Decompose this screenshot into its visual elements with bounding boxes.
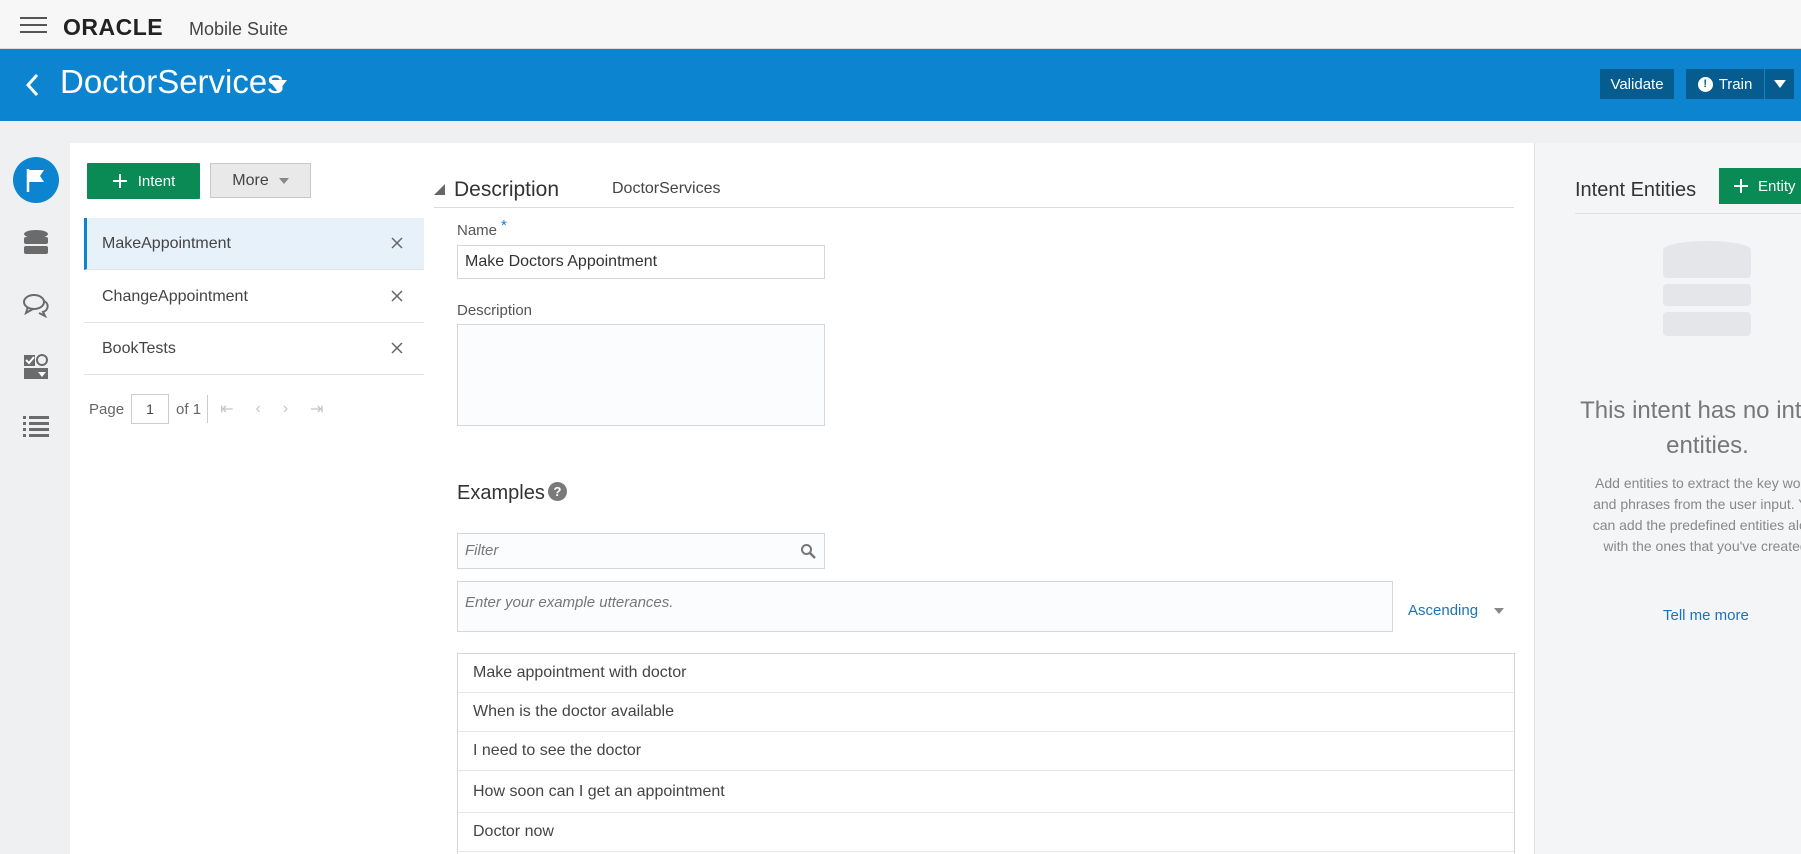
delete-intent-icon[interactable] bbox=[390, 236, 404, 250]
example-row[interactable]: Doctor now bbox=[458, 813, 1514, 852]
chevron-down-icon bbox=[278, 177, 289, 184]
validate-button[interactable]: Validate bbox=[1600, 69, 1674, 99]
intent-item-label: BookTests bbox=[102, 339, 176, 357]
top-bar: ORACLE Mobile Suite bbox=[0, 0, 1801, 49]
empty-state-description: Add entities to extract the key words an… bbox=[1592, 475, 1801, 554]
entities-icon[interactable] bbox=[13, 220, 59, 266]
plus-icon bbox=[112, 174, 127, 188]
description-label: Description bbox=[457, 302, 533, 319]
examples-title: Examples bbox=[457, 482, 545, 504]
chevron-down-icon bbox=[1773, 80, 1786, 88]
page-number-input[interactable]: 1 bbox=[131, 394, 170, 424]
intent-pager: Page 1 of 1 ⇤ ‹ › ⇥ bbox=[89, 394, 346, 424]
bot-switcher-caret-icon[interactable] bbox=[268, 79, 288, 93]
description-textarea[interactable] bbox=[457, 324, 825, 426]
list-icon[interactable] bbox=[13, 404, 59, 450]
delete-intent-icon[interactable] bbox=[390, 341, 404, 355]
help-icon[interactable]: ? bbox=[548, 482, 567, 501]
intent-item-changeappointment[interactable]: ChangeAppointment bbox=[84, 271, 424, 323]
intents-icon[interactable] bbox=[13, 157, 59, 203]
filter-input[interactable]: Filter bbox=[457, 533, 825, 569]
sort-chevron-down-icon[interactable] bbox=[1494, 608, 1504, 614]
examples-list: Make appointment with doctor When is the… bbox=[457, 653, 1515, 854]
train-label: Train bbox=[1718, 75, 1753, 93]
collapse-triangle-icon[interactable] bbox=[434, 184, 445, 195]
intent-item-label: ChangeAppointment bbox=[102, 287, 248, 305]
add-intent-button[interactable]: Intent bbox=[87, 163, 200, 199]
back-chevron-icon[interactable] bbox=[22, 72, 44, 98]
intent-name-input[interactable]: Make Doctors Appointment bbox=[457, 245, 825, 279]
bot-title: DoctorServices bbox=[60, 63, 284, 100]
example-row[interactable]: When is the doctor available bbox=[458, 693, 1514, 732]
description-bot-name: DoctorServices bbox=[612, 180, 721, 197]
name-label: Name * bbox=[457, 217, 507, 239]
search-icon[interactable] bbox=[800, 543, 816, 559]
intent-entities-title: Intent Entities bbox=[1575, 179, 1697, 201]
suite-name: Mobile Suite bbox=[189, 19, 289, 39]
utterance-input[interactable]: Enter your example utterances. bbox=[457, 581, 1393, 632]
warning-icon: ! bbox=[1697, 76, 1713, 92]
first-page-icon[interactable]: ⇤ bbox=[220, 399, 233, 419]
last-page-icon[interactable]: ⇥ bbox=[310, 399, 323, 419]
panel-divider bbox=[1575, 213, 1801, 214]
train-options-button[interactable] bbox=[1764, 69, 1794, 99]
add-entity-label: Entity bbox=[1758, 177, 1796, 195]
more-label: More bbox=[232, 171, 269, 189]
name-label-text: Name bbox=[457, 222, 498, 239]
example-row[interactable]: Make appointment with doctor bbox=[458, 654, 1514, 693]
hamburger-menu-icon[interactable] bbox=[20, 17, 47, 33]
next-page-icon[interactable]: › bbox=[283, 400, 288, 418]
conversation-icon[interactable] bbox=[13, 282, 59, 328]
tell-me-more-link[interactable]: Tell me more bbox=[1663, 607, 1749, 624]
description-section-title: Description bbox=[454, 178, 560, 201]
example-row[interactable]: I need to see the doctor bbox=[458, 732, 1514, 771]
more-button[interactable]: More bbox=[210, 163, 311, 198]
example-row[interactable]: How soon can I get an appointment bbox=[458, 771, 1514, 813]
plus-icon bbox=[1734, 179, 1748, 193]
previous-page-icon[interactable]: ‹ bbox=[255, 400, 260, 418]
description-section-header: Description DoctorServices bbox=[434, 174, 1514, 208]
intent-item-booktests[interactable]: BookTests bbox=[84, 323, 424, 375]
page-count-label: of 1 bbox=[176, 400, 202, 418]
required-marker: * bbox=[501, 217, 507, 234]
page-label: Page bbox=[89, 400, 125, 418]
components-icon[interactable] bbox=[13, 344, 59, 390]
database-empty-state-icon bbox=[1663, 241, 1751, 336]
bot-header: DoctorServices Validate ! Train bbox=[0, 49, 1801, 121]
delete-intent-icon[interactable] bbox=[390, 289, 404, 303]
oracle-logo: ORACLE bbox=[63, 14, 164, 40]
sort-order-select[interactable]: Ascending bbox=[1408, 602, 1478, 619]
empty-state-title: This intent has no intent entities. bbox=[1580, 397, 1801, 459]
pager-divider bbox=[207, 395, 209, 423]
left-nav-rail bbox=[0, 121, 70, 854]
intent-item-makeappointment[interactable]: MakeAppointment bbox=[84, 218, 424, 270]
train-button[interactable]: ! Train bbox=[1686, 69, 1764, 99]
intent-item-label: MakeAppointment bbox=[102, 234, 231, 252]
add-intent-label: Intent bbox=[137, 172, 176, 190]
add-entity-button[interactable]: Entity bbox=[1719, 168, 1801, 204]
